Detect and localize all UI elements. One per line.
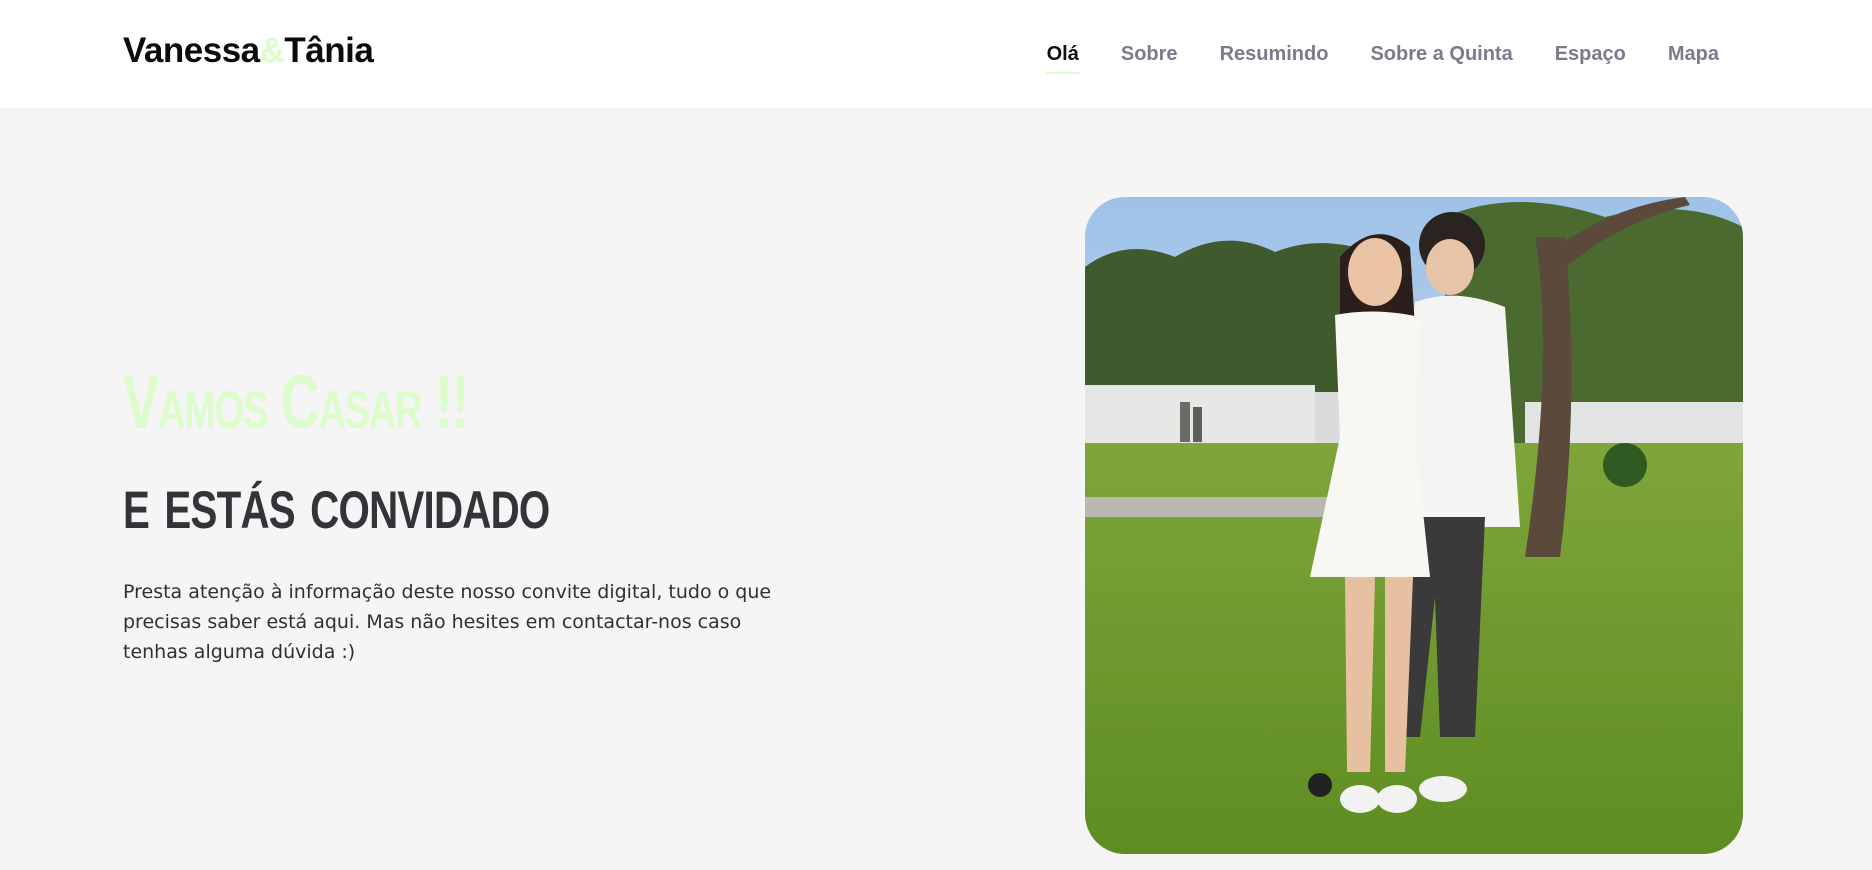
nav-item-mapa[interactable]: Mapa (1647, 0, 1740, 108)
main-nav: Olá Sobre Resumindo Sobre a Quinta Espaç… (1026, 0, 1740, 108)
hero-headline-secondary: e estás convidado (123, 460, 550, 545)
brand-ampersand: & (259, 31, 285, 70)
hero-lead-paragraph: Presta atenção à informação deste nosso … (123, 581, 772, 663)
hero-text: Vamos Casar !! e estás convidado Presta … (123, 355, 783, 667)
brand-name-second: Tânia (284, 31, 374, 70)
nav-item-espaco[interactable]: Espaço (1534, 0, 1647, 108)
couple-photo (1085, 197, 1743, 854)
nav-item-sobre-a-quinta[interactable]: Sobre a Quinta (1349, 0, 1533, 108)
nav-item-sobre[interactable]: Sobre (1100, 0, 1199, 108)
brand-name-first: Vanessa (123, 31, 260, 70)
hero-headline-primary: Vamos Casar !! (123, 360, 470, 445)
brand-logo[interactable]: Vanessa&Tânia (123, 31, 374, 71)
nav-item-ola[interactable]: Olá (1026, 0, 1100, 108)
top-navbar: Vanessa&Tânia Olá Sobre Resumindo Sobre … (0, 0, 1872, 108)
nav-item-resumindo[interactable]: Resumindo (1199, 0, 1350, 108)
